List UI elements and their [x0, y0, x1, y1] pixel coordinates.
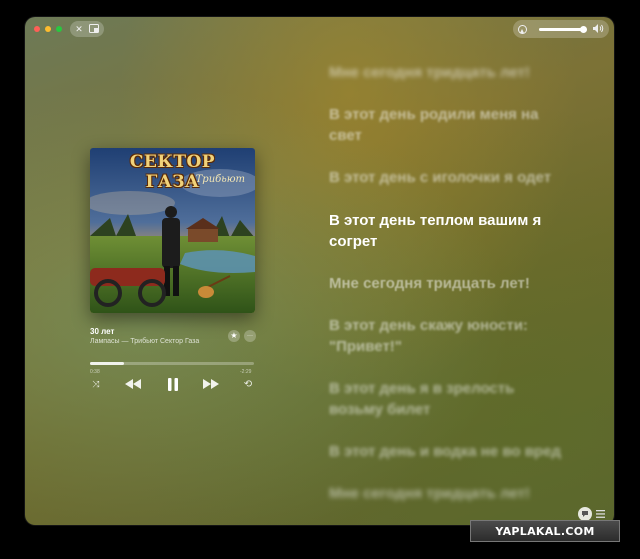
lyric-line[interactable]: В этот день я в зрелость возьму билет — [329, 378, 559, 420]
playback-progress-bar[interactable] — [90, 362, 254, 365]
lyric-line[interactable]: В этот день с иголочки я одет — [329, 167, 609, 188]
previous-track-icon[interactable] — [123, 377, 143, 391]
album-cover-subtitle: Трибьют — [195, 174, 245, 185]
site-watermark: YAPLAKAL.COM — [470, 520, 620, 542]
volume-fill — [538, 27, 584, 31]
speaker-icon — [593, 23, 604, 35]
album-cover-title: СЕКТОР ГАЗА — [129, 152, 216, 192]
elapsed-time: 0:38 — [90, 369, 100, 375]
track-artist-album[interactable]: Лампасы — Трибьют Сектор Газа — [90, 338, 199, 345]
pause-icon[interactable] — [165, 376, 181, 392]
close-icon[interactable]: ✕ — [75, 24, 83, 34]
more-options-button[interactable]: ··· — [244, 330, 256, 342]
lyric-line[interactable]: В этот день скажу юности: "Привет!" — [329, 315, 559, 357]
repeat-icon[interactable]: ⟲ — [242, 378, 254, 390]
next-track-icon[interactable] — [201, 377, 221, 391]
window-controls — [34, 26, 62, 32]
volume-slider[interactable] — [538, 25, 588, 33]
lyric-line-current[interactable]: В этот день теплом вашим я согрет — [329, 210, 559, 252]
track-title[interactable]: 30 лет — [90, 327, 114, 336]
lyric-line[interactable]: Мне сегодня тридцать лет! — [329, 273, 609, 294]
airplay-icon[interactable] — [518, 24, 527, 34]
remaining-time: -2:29 — [240, 369, 252, 375]
lyrics-icon[interactable] — [578, 507, 592, 521]
lyric-line[interactable]: В этот день родили меня на свет — [329, 104, 559, 146]
miniplayer-icon[interactable] — [88, 23, 99, 35]
volume-control — [513, 20, 609, 38]
shuffle-icon[interactable]: ⤨ — [90, 378, 102, 390]
lyric-line[interactable]: В этот день и водка не во вред — [329, 441, 609, 462]
minimize-window-button[interactable] — [45, 26, 51, 32]
lyric-line[interactable]: Мне сегодня тридцать лет! — [329, 483, 609, 504]
volume-knob[interactable] — [580, 25, 588, 33]
album-artwork[interactable]: СЕКТОР ГАЗА Трибьют — [90, 148, 255, 313]
playback-progress-fill — [90, 362, 125, 365]
fullscreen-window-button[interactable] — [56, 26, 62, 32]
close-window-button[interactable] — [34, 26, 40, 32]
music-player-window: ✕ СЕКТОР ГАЗА Трибьют 30 лет Лампасы — Т… — [25, 17, 614, 525]
favorite-star-icon[interactable]: ★ — [228, 330, 240, 342]
lyric-line[interactable]: Мне сегодня тридцать лет! — [329, 62, 609, 83]
mini-controls: ✕ — [70, 21, 104, 37]
